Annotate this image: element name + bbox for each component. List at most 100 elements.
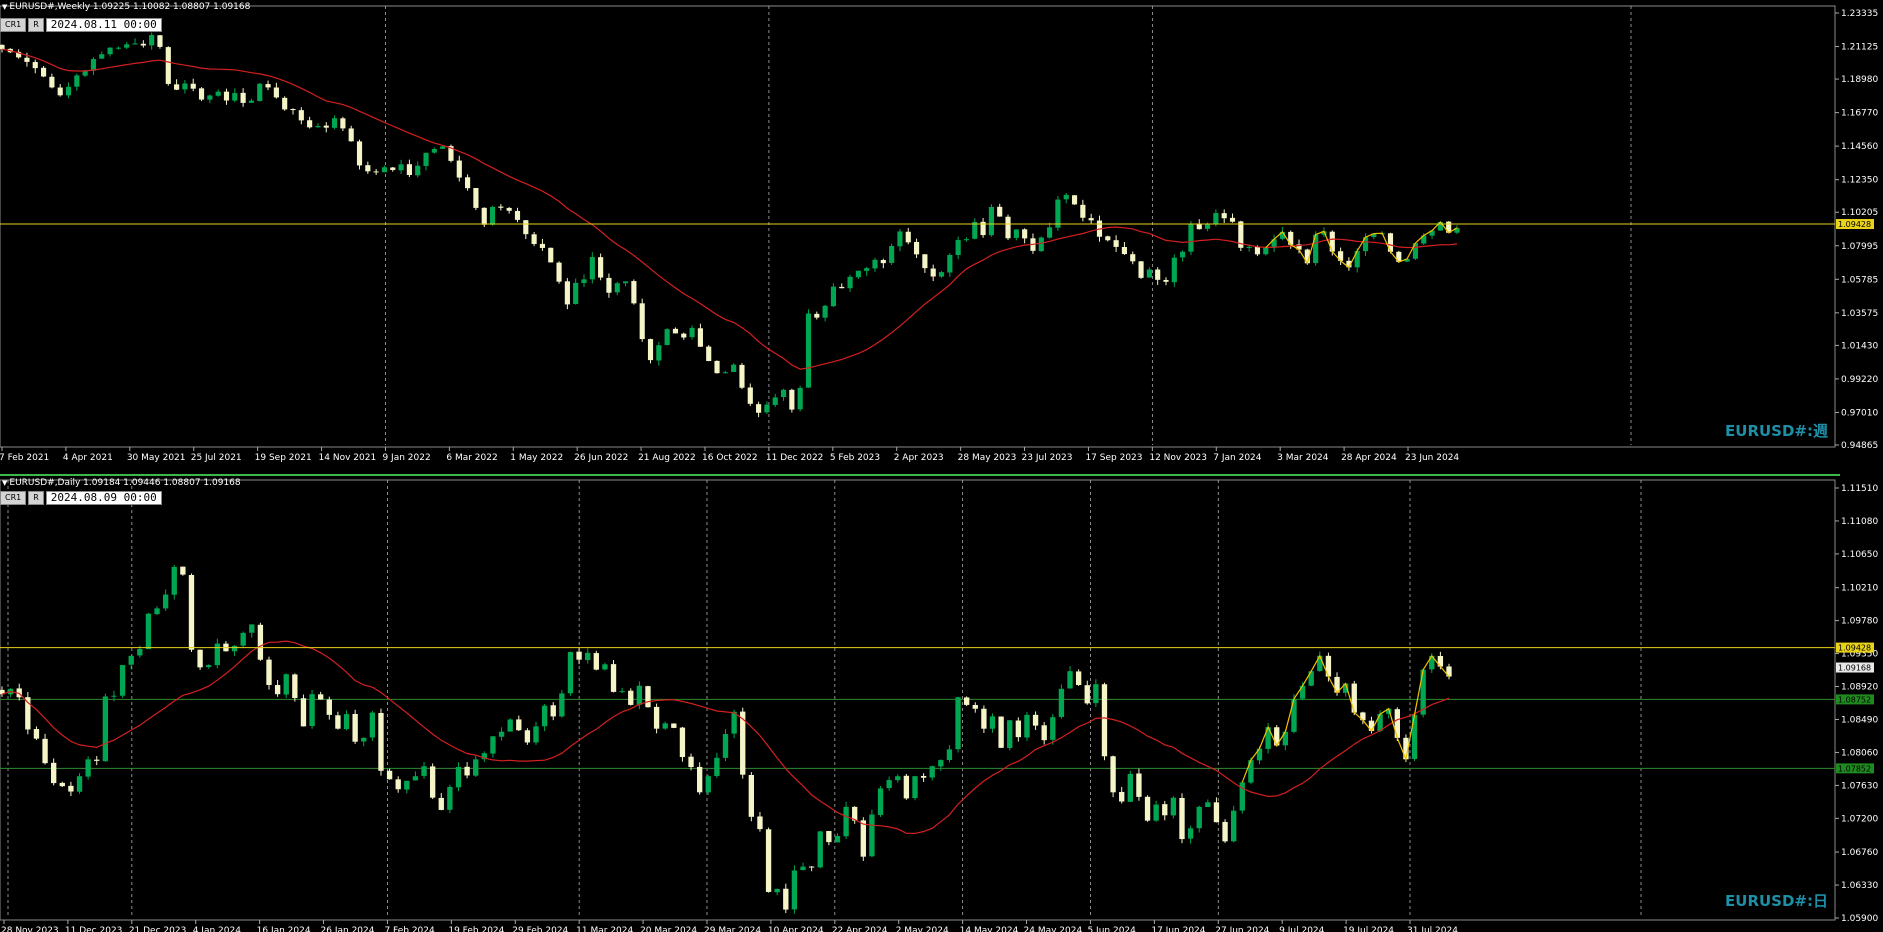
candle-body	[464, 766, 470, 776]
candle-body	[32, 62, 38, 69]
candle-body	[1213, 213, 1219, 224]
candle-body	[533, 726, 539, 743]
candle-body	[981, 708, 987, 729]
weekly-chart-canvas[interactable]: 7 Feb 2021 4 Apr 2021 30 May 2021 25 Jul 20…	[0, 0, 1883, 466]
price-axis-label: 0.94865	[1841, 441, 1878, 451]
candle-body	[514, 210, 521, 220]
candle-body	[814, 313, 820, 318]
x-axis-label: 26 Jun 2022	[574, 453, 628, 463]
candle-body	[628, 690, 634, 705]
x-axis-label: 27 Jun 2024	[1215, 926, 1269, 932]
price-axis-label: 1.14560	[1841, 142, 1878, 152]
daily-chart-header: ▼ EURUSD#,Daily 1.09184 1.09446 1.08807 1…	[2, 478, 241, 488]
plot-frame	[0, 479, 1836, 921]
candle-body	[99, 54, 105, 59]
candle-body	[922, 254, 928, 269]
candle-body	[128, 655, 134, 665]
candle-body	[1136, 773, 1142, 797]
daily-cr1-button[interactable]: CR1	[0, 491, 27, 505]
x-axis-label: 19 Sep 2021	[255, 453, 312, 463]
candle-body	[249, 624, 255, 633]
candle-body	[808, 866, 815, 868]
price-axis-label: 1.06760	[1841, 848, 1878, 858]
candle-body	[447, 786, 453, 810]
candle-body	[1231, 810, 1237, 842]
candle-body	[140, 43, 146, 46]
candle-body	[972, 222, 978, 239]
candle-body	[1121, 247, 1128, 255]
trend-zigzag-line	[1241, 654, 1450, 783]
candle-body	[180, 566, 186, 575]
candle-body	[1005, 216, 1011, 239]
candle-body	[490, 736, 496, 754]
candle-body	[257, 83, 263, 101]
candle-body	[40, 67, 47, 77]
x-axis-label: 29 Mar 2024	[704, 926, 761, 932]
candle-body	[1130, 254, 1136, 262]
price-axis-label: 1.05785	[1841, 275, 1878, 285]
candle-body	[102, 696, 109, 762]
candle-body	[822, 305, 828, 318]
candle-body	[1088, 218, 1094, 221]
candle-body	[1063, 194, 1069, 200]
pane-divider[interactable]	[0, 466, 1883, 474]
x-axis-label: 24 May 2024	[1024, 926, 1083, 932]
daily-chart-canvas[interactable]: 28 Nov 2023 11 Dec 2023 21 Dec 2023 4 Jan 2…	[0, 476, 1883, 932]
candle-body	[1047, 227, 1053, 238]
price-axis-label: 1.10205	[1841, 208, 1878, 218]
candle-body	[240, 92, 246, 103]
candle-body	[585, 652, 591, 661]
daily-r-button[interactable]: R	[28, 491, 44, 505]
daily-chart-pane[interactable]: 28 Nov 2023 11 Dec 2023 21 Dec 2023 4 Jan 2…	[0, 476, 1883, 932]
candle-body	[273, 87, 279, 98]
x-axis-label: 11 Dec 2023	[65, 926, 123, 932]
daily-date-field[interactable]: 2024.08.09 00:00	[45, 491, 162, 505]
candle-body	[880, 260, 886, 264]
weekly-date-field[interactable]: 2024.08.11 00:00	[45, 18, 162, 32]
candle-body	[1196, 224, 1202, 230]
candle-body	[581, 279, 587, 284]
candle-body	[672, 328, 679, 334]
candle-body	[541, 705, 548, 727]
candle-body	[406, 164, 412, 175]
candle-body	[326, 699, 332, 715]
candle-body	[826, 831, 832, 843]
hline-price-tag-text: 1.09428	[1838, 220, 1871, 229]
x-axis-label: 21 Aug 2022	[638, 453, 696, 463]
candle-body	[1038, 237, 1044, 252]
price-axis-label: 1.07630	[1841, 781, 1878, 791]
x-axis-label: 12 Nov 2023	[1149, 453, 1207, 463]
price-axis-label: 1.09780	[1841, 617, 1878, 627]
candle-body	[182, 83, 188, 90]
candle-body	[107, 47, 113, 55]
candle-body	[722, 734, 729, 758]
collapse-triangle-icon[interactable]: ▼	[2, 479, 7, 487]
candle-body	[593, 653, 599, 670]
candle-body	[223, 91, 230, 101]
weekly-r-button[interactable]: R	[28, 18, 44, 32]
price-axis-label: 0.97010	[1841, 408, 1878, 418]
candle-body	[356, 141, 363, 166]
x-axis-label: 14 May 2024	[960, 926, 1019, 932]
x-axis-label: 23 Jul 2023	[1022, 453, 1073, 463]
candle-body	[524, 730, 531, 743]
price-axis-label: 1.16770	[1841, 109, 1878, 119]
candle-body	[531, 234, 537, 245]
candle-body	[1187, 828, 1194, 839]
candle-body	[912, 776, 918, 799]
candle-body	[292, 674, 298, 699]
collapse-triangle-icon[interactable]: ▼	[2, 3, 7, 11]
candle-body	[274, 685, 281, 695]
candle-body	[748, 774, 755, 817]
x-axis-label: 10 Apr 2024	[768, 926, 824, 932]
weekly-chart-pane[interactable]: 7 Feb 2021 4 Apr 2021 30 May 2021 25 Jul 20…	[0, 0, 1883, 466]
candle-body	[731, 364, 737, 372]
trend-zigzag-line	[1265, 221, 1458, 269]
candle-body	[614, 283, 620, 293]
candle-body	[963, 697, 970, 705]
candle-body	[415, 165, 421, 176]
candle-body	[913, 241, 920, 255]
x-axis-label: 3 Mar 2024	[1277, 453, 1329, 463]
candle-body	[489, 206, 496, 225]
weekly-cr1-button[interactable]: CR1	[0, 18, 27, 32]
